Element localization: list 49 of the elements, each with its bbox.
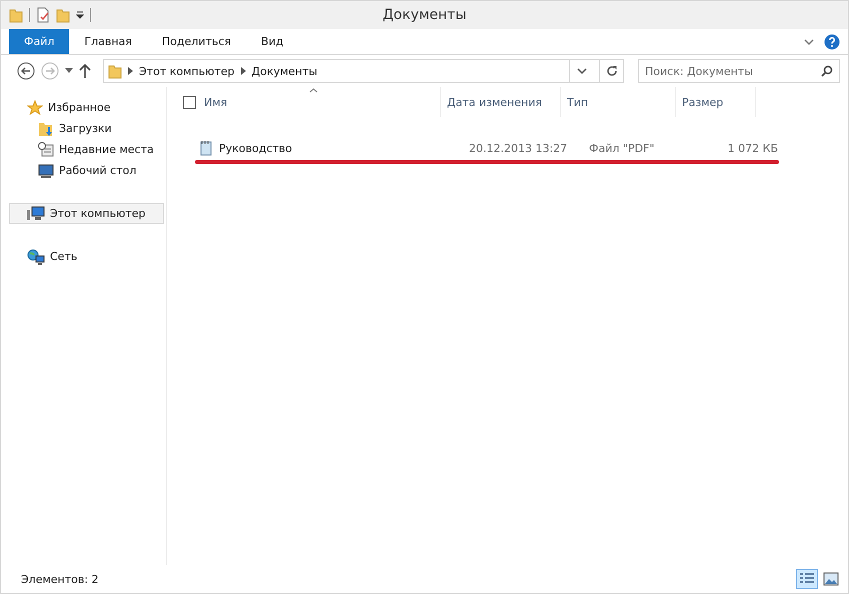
address-bar[interactable]: Этот компьютер Документы: [103, 59, 624, 83]
sidebar-item[interactable]: Рабочий стол: [9, 160, 164, 181]
dropdown-icon[interactable]: [76, 11, 84, 19]
sidebar-item[interactable]: Недавние места: [9, 139, 164, 160]
new-document-icon[interactable]: [36, 7, 50, 23]
file-row[interactable]: Руководство 20.12.2013 13:27 Файл "PDF" 1 072 КБ: [177, 137, 779, 159]
chevron-icon[interactable]: [804, 38, 814, 46]
view-button[interactable]: [796, 569, 818, 589]
table-cell-text: 20.12.2013 13:27: [468, 142, 568, 154]
ribbon-tab[interactable]: Вид: [246, 29, 298, 54]
computer-icon: [27, 206, 45, 222]
breadcrumb-arrow-icon: [128, 67, 133, 75]
recent-places-icon: [38, 142, 54, 158]
search-icon[interactable]: [821, 65, 833, 77]
ribbon-tab[interactable]: Поделиться: [146, 29, 246, 54]
network-icon: [27, 248, 45, 264]
column-header[interactable]: Тип: [561, 87, 676, 117]
refresh-icon: [606, 65, 618, 77]
downloads-folder-icon: [38, 120, 54, 136]
window-title: Документы: [382, 7, 466, 23]
sidebar-item[interactable]: Избранное: [9, 97, 164, 118]
status-text: Элементов: 2: [21, 572, 99, 586]
large-icons-view-icon: [823, 572, 839, 586]
folder-icon: [108, 63, 122, 79]
file-tab[interactable]: Файл: [9, 29, 70, 54]
breadcrumb[interactable]: Документы: [252, 64, 318, 78]
recent-locations-button[interactable]: [65, 68, 73, 74]
caret-icon: [576, 67, 586, 75]
checkbox-icon[interactable]: [183, 96, 196, 108]
sidebar-item[interactable]: Загрузки: [9, 118, 164, 139]
back-button[interactable]: [17, 62, 35, 80]
ribbon-tab[interactable]: Главная: [69, 29, 147, 54]
document-icon: [199, 140, 213, 156]
column-header[interactable]: Размер: [676, 87, 756, 117]
star-icon: [27, 100, 43, 116]
desktop-icon: [38, 164, 54, 178]
help-icon[interactable]: [824, 34, 840, 50]
breadcrumb[interactable]: Этот компьютер: [139, 64, 234, 78]
sidebar-item[interactable]: Этот компьютер: [9, 203, 164, 224]
file-name: Руководство: [218, 142, 292, 154]
sidebar-item[interactable]: Сеть: [9, 246, 164, 267]
up-button[interactable]: [79, 64, 91, 78]
search-field[interactable]: Поиск: Документы: [638, 59, 840, 83]
table-cell-text: Файл "PDF": [588, 142, 656, 154]
table-cell-text: 1 072 КБ: [726, 142, 778, 154]
details-view-icon: [799, 572, 815, 586]
column-header[interactable]: Имя: [177, 87, 441, 117]
column-header[interactable]: Дата изменения: [441, 87, 561, 117]
breadcrumb-arrow-icon: [240, 67, 246, 75]
